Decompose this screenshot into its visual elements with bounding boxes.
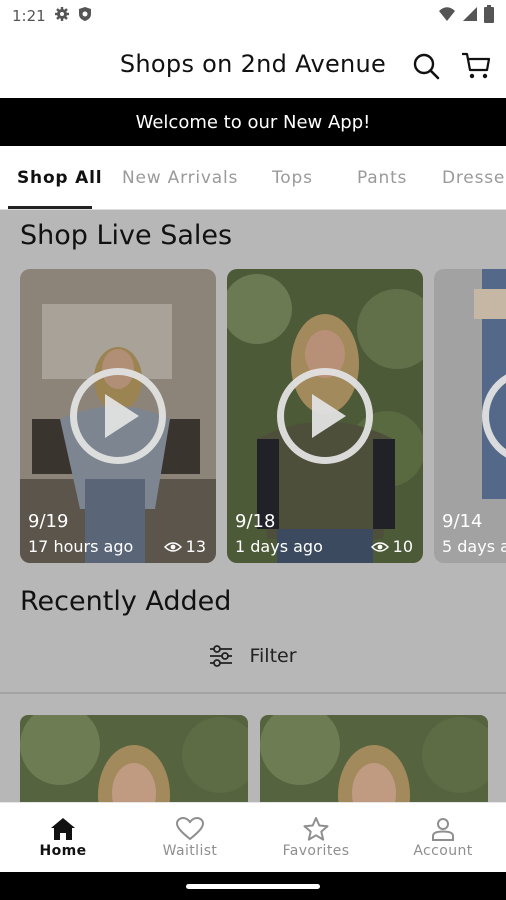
person-icon bbox=[432, 818, 454, 841]
tab-dresses[interactable]: Dresse bbox=[442, 146, 506, 209]
filter-button[interactable]: Filter bbox=[0, 638, 506, 674]
shield-icon bbox=[78, 6, 92, 26]
search-icon bbox=[413, 53, 440, 80]
nav-account[interactable]: Account bbox=[380, 803, 506, 873]
eye-icon bbox=[163, 541, 182, 552]
card-views: 13 bbox=[163, 537, 206, 556]
app-header: Shops on 2nd Avenue bbox=[0, 32, 506, 98]
play-button[interactable] bbox=[277, 368, 373, 464]
product-card[interactable] bbox=[20, 715, 248, 802]
home-gesture-handle[interactable] bbox=[186, 884, 320, 889]
play-button[interactable] bbox=[70, 368, 166, 464]
banner-text: Welcome to our New App! bbox=[135, 111, 371, 133]
gear-icon bbox=[54, 6, 70, 26]
welcome-banner: Welcome to our New App! bbox=[0, 98, 506, 146]
cart-icon bbox=[462, 52, 491, 79]
bottom-nav: Home Waitlist Favorites Account bbox=[0, 802, 506, 872]
product-thumbnail bbox=[260, 715, 488, 802]
category-tabs: Shop All New Arrivals Tops Pants Dresse bbox=[0, 146, 506, 210]
card-time-ago: 5 days a bbox=[442, 537, 506, 556]
tab-shop-all[interactable]: Shop All bbox=[17, 146, 103, 209]
tab-tops[interactable]: Tops bbox=[272, 146, 313, 209]
wifi-icon bbox=[438, 6, 456, 26]
tab-label: Pants bbox=[357, 168, 408, 188]
live-sale-card[interactable]: 9/19 17 hours ago 13 bbox=[20, 269, 216, 563]
search-button[interactable] bbox=[410, 50, 442, 82]
filter-label: Filter bbox=[249, 645, 297, 667]
nav-label: Waitlist bbox=[162, 843, 218, 859]
card-time-ago: 1 days ago bbox=[235, 537, 323, 556]
product-card[interactable] bbox=[260, 715, 488, 802]
heart-icon bbox=[176, 817, 204, 841]
live-sales-title: Shop Live Sales bbox=[20, 220, 233, 251]
eye-icon bbox=[370, 541, 389, 552]
product-thumbnail bbox=[20, 715, 248, 802]
views-count: 10 bbox=[392, 537, 413, 556]
nav-waitlist[interactable]: Waitlist bbox=[127, 803, 253, 873]
live-sale-card[interactable]: 9/18 1 days ago 10 bbox=[227, 269, 423, 563]
card-date: 9/19 bbox=[28, 511, 69, 532]
cart-button[interactable] bbox=[460, 50, 492, 82]
star-icon bbox=[303, 817, 329, 841]
card-views: 10 bbox=[370, 537, 413, 556]
tab-label: New Arrivals bbox=[122, 168, 239, 188]
tab-new-arrivals[interactable]: New Arrivals bbox=[122, 146, 239, 209]
tab-label: Dresse bbox=[442, 168, 506, 188]
battery-icon bbox=[484, 5, 494, 27]
nav-label: Home bbox=[39, 843, 87, 859]
nav-favorites[interactable]: Favorites bbox=[253, 803, 379, 873]
divider bbox=[0, 692, 506, 694]
recently-added-title: Recently Added bbox=[20, 586, 232, 617]
status-bar: 1:21 bbox=[0, 0, 506, 32]
home-icon bbox=[51, 818, 75, 840]
live-sale-card[interactable]: 9/14 5 days a bbox=[434, 269, 506, 563]
card-date: 9/18 bbox=[235, 511, 276, 532]
nav-label: Favorites bbox=[282, 843, 350, 859]
signal-icon bbox=[462, 6, 478, 26]
nav-home[interactable]: Home bbox=[0, 803, 126, 873]
card-date: 9/14 bbox=[442, 511, 483, 532]
system-gesture-bar bbox=[0, 872, 506, 900]
tab-label: Shop All bbox=[17, 168, 103, 188]
status-time: 1:21 bbox=[12, 7, 46, 25]
nav-label: Account bbox=[413, 843, 473, 859]
active-tab-indicator bbox=[8, 206, 92, 209]
tab-label: Tops bbox=[272, 168, 313, 188]
play-icon bbox=[312, 394, 346, 438]
tab-pants[interactable]: Pants bbox=[357, 146, 408, 209]
sliders-icon bbox=[210, 645, 233, 667]
views-count: 13 bbox=[185, 537, 206, 556]
play-icon bbox=[105, 394, 139, 438]
card-time-ago: 17 hours ago bbox=[28, 537, 134, 556]
main-content[interactable]: Shop Live Sales 9/19 17 hours ago 13 9/1… bbox=[0, 210, 506, 802]
